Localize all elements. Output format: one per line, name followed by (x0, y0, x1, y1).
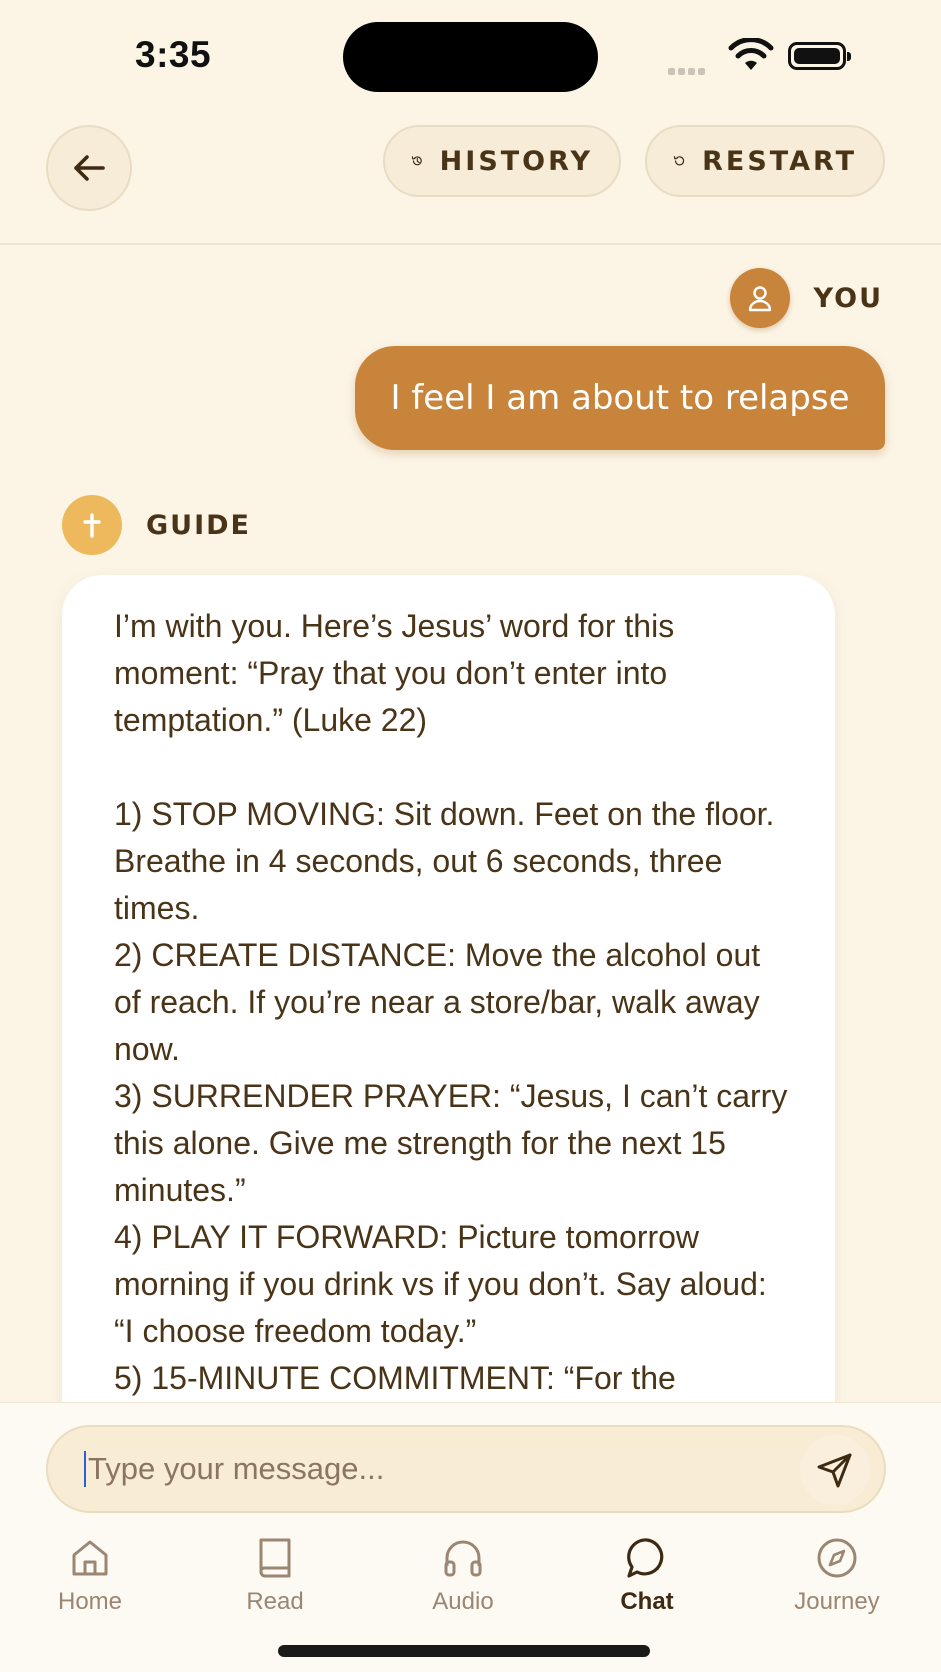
battery-icon (788, 42, 851, 70)
home-indicator[interactable] (278, 1645, 650, 1657)
compass-icon (817, 1538, 857, 1578)
tab-read[interactable]: Read (200, 1536, 350, 1616)
tab-audio[interactable]: Audio (388, 1536, 538, 1616)
status-time: 3:35 (135, 34, 212, 75)
back-button[interactable] (46, 125, 132, 211)
user-message-header: YOU (729, 268, 883, 328)
history-label: HISTORY (439, 145, 593, 177)
cross-icon (83, 513, 101, 538)
guide-message-text: I’m with you. Here’s Jesus’ word for thi… (114, 608, 788, 1396)
message-input[interactable] (88, 1451, 728, 1487)
wifi-icon (728, 38, 774, 70)
text-caret (84, 1451, 86, 1487)
top-nav: HISTORY RESTART (0, 110, 941, 245)
restart-button[interactable]: RESTART (645, 125, 885, 197)
tab-audio-label: Audio (432, 1588, 494, 1615)
tab-read-label: Read (246, 1588, 304, 1615)
message-composer (0, 1402, 941, 1526)
arrow-left-icon (74, 155, 105, 181)
restart-label: RESTART (702, 145, 857, 177)
restart-icon (673, 156, 685, 166)
chat-bubble-icon (627, 1538, 664, 1578)
tab-chat[interactable]: Chat (572, 1536, 722, 1616)
guide-avatar (62, 495, 122, 555)
status-bar: 3:35 (0, 0, 941, 110)
guide-label: GUIDE (146, 509, 251, 541)
tab-home[interactable]: Home (15, 1536, 165, 1616)
guide-message-header: GUIDE (62, 495, 251, 555)
tab-journey[interactable]: Journey (762, 1536, 912, 1616)
guide-message-bubble: I’m with you. Here’s Jesus’ word for thi… (62, 575, 835, 1475)
cellular-signal-icon (668, 60, 708, 79)
tab-home-label: Home (57, 1588, 123, 1615)
tab-journey-label: Journey (794, 1588, 880, 1615)
user-avatar (729, 268, 790, 328)
user-icon (748, 286, 771, 312)
home-icon (72, 1540, 108, 1576)
send-icon (817, 1453, 852, 1488)
user-message-bubble: I feel I am about to relapse (355, 346, 885, 450)
history-icon (411, 156, 422, 166)
user-label: YOU (813, 282, 883, 314)
tab-chat-label: Chat (620, 1588, 674, 1615)
message-input-container[interactable] (46, 1425, 886, 1513)
headphones-icon (444, 1540, 482, 1577)
book-icon (259, 1538, 291, 1578)
send-button[interactable] (800, 1435, 870, 1505)
dynamic-island (343, 22, 598, 92)
history-button[interactable]: HISTORY (383, 125, 621, 197)
